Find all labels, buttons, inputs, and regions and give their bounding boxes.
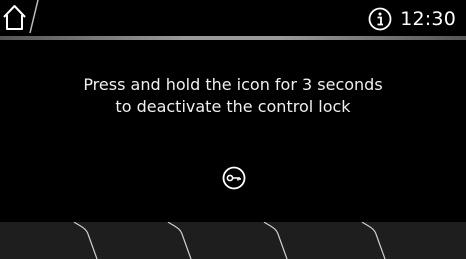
soft-key-2[interactable]: [80, 222, 175, 259]
soft-key-bar: [0, 222, 466, 259]
soft-key-5[interactable]: [369, 222, 466, 259]
control-lock-screen: Press and hold the icon for 3 seconds to…: [0, 40, 466, 222]
key-icon[interactable]: [221, 165, 247, 191]
soft-key-3[interactable]: [175, 222, 271, 259]
info-icon[interactable]: [368, 7, 392, 31]
soft-key-4[interactable]: [271, 222, 369, 259]
status-bar: 12:30: [0, 0, 466, 40]
soft-key-1[interactable]: [0, 222, 80, 259]
instruction-line-2: to deactivate the control lock: [115, 97, 351, 116]
clock: 12:30: [400, 8, 456, 30]
instruction-text: Press and hold the icon for 3 seconds to…: [0, 74, 466, 118]
home-button[interactable]: [0, 0, 42, 36]
instruction-line-1: Press and hold the icon for 3 seconds: [83, 75, 383, 94]
